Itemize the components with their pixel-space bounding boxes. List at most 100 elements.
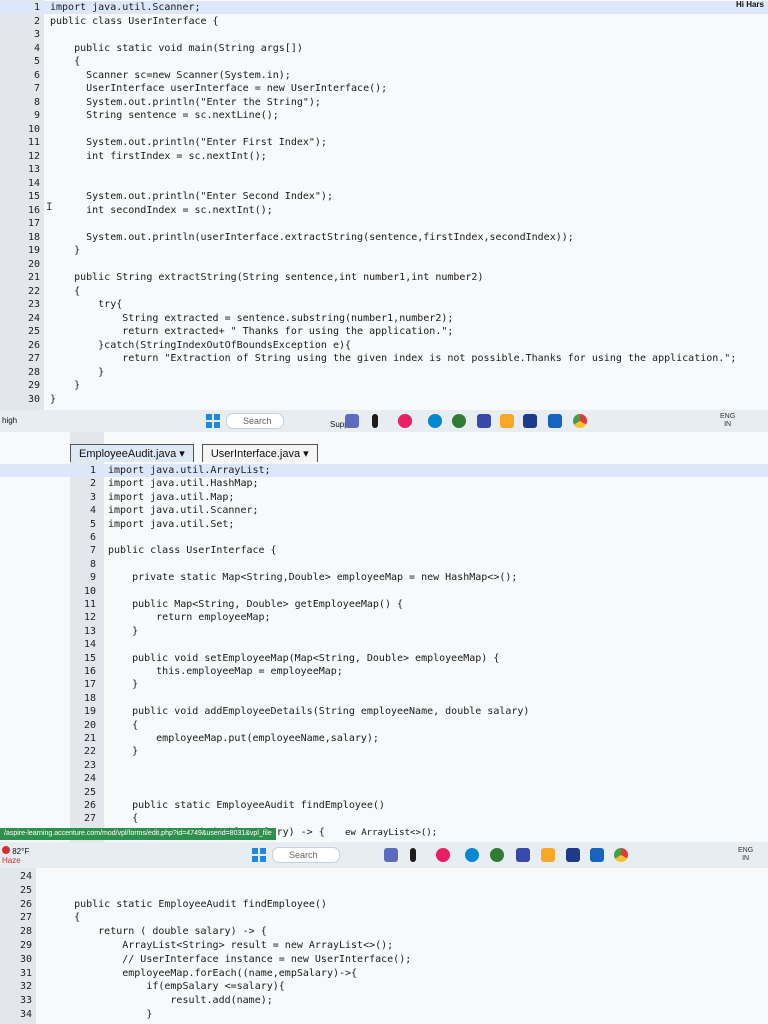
whatsapp-icon-2[interactable]	[490, 848, 504, 862]
code-line[interactable]: 30 // UserInterface instance = new UserI…	[0, 953, 768, 966]
code-line[interactable]: 5 import java.util.Set;	[0, 518, 768, 531]
code-line[interactable]: 12 int firstIndex = sc.nextInt();	[0, 150, 768, 163]
code-line[interactable]: 24 String extracted = sentence.substring…	[0, 312, 768, 325]
code-line[interactable]: 5 {	[0, 55, 768, 68]
code-line[interactable]: 28 }	[0, 366, 768, 379]
code-editor-panel-1[interactable]: 1 import java.util.Scanner; 2 public class …	[0, 0, 768, 410]
language-indicator-2[interactable]: ENG IN	[738, 847, 753, 863]
code-line[interactable]: 2 public class UserInterface {	[0, 15, 768, 28]
file-explorer-icon-2[interactable]	[541, 848, 555, 862]
code-line[interactable]: 1 import java.util.Scanner;	[0, 1, 768, 14]
code-line[interactable]: 3	[0, 28, 768, 41]
code-line[interactable]: 32 if(empSalary <=salary){	[0, 980, 768, 993]
code-line[interactable]: 15 public void setEmployeeMap(Map<String…	[0, 652, 768, 665]
code-line[interactable]: 20 {	[0, 719, 768, 732]
code-line[interactable]: 17 }	[0, 678, 768, 691]
code-line[interactable]: 11 System.out.println("Enter First Index…	[0, 136, 768, 149]
teams-icon-2[interactable]	[516, 848, 530, 862]
code-line[interactable]: 27 {	[0, 911, 768, 924]
app-icon-2b[interactable]	[410, 848, 416, 862]
language-indicator[interactable]: ENG IN	[720, 413, 735, 429]
code-line[interactable]: 26 }catch(StringIndexOutOfBoundsExceptio…	[0, 339, 768, 352]
windows-start-icon[interactable]	[206, 414, 220, 428]
code-editor-panel-2[interactable]: 1 import java.util.ArrayList; 2 import java…	[0, 432, 768, 842]
code-line[interactable]: 10	[0, 123, 768, 136]
code-line[interactable]: 29 ArrayList<String> result = new ArrayL…	[0, 939, 768, 952]
code-line[interactable]: 9 private static Map<String,Double> empl…	[0, 571, 768, 584]
edge-icon-2[interactable]	[465, 848, 479, 862]
code-line[interactable]: 24	[0, 772, 768, 785]
code-line[interactable]: 20	[0, 258, 768, 271]
whatsapp-icon[interactable]	[452, 414, 466, 428]
code-line[interactable]: 31 employeeMap.forEach((name,empSalary)-…	[0, 967, 768, 980]
code-line[interactable]: 8	[0, 558, 768, 571]
code-line[interactable]: 25	[0, 786, 768, 799]
code-line[interactable]: 6 Scanner sc=new Scanner(System.in);	[0, 69, 768, 82]
code-line[interactable]: 21 employeeMap.put(employeeName,salary);	[0, 732, 768, 745]
app-icon-3b[interactable]	[436, 848, 450, 862]
windows-start-icon-2[interactable]	[252, 848, 266, 862]
code-line[interactable]: 18	[0, 692, 768, 705]
code-line[interactable]: 34 }	[0, 1008, 768, 1021]
app-icon-2[interactable]	[372, 414, 378, 428]
code-line[interactable]: 26 public static EmployeeAudit findEmplo…	[0, 898, 768, 911]
code-line[interactable]: 21 public String extractString(String se…	[0, 271, 768, 284]
code-line[interactable]: 7 UserInterface userInterface = new User…	[0, 82, 768, 95]
code-line[interactable]: 27 {	[0, 812, 768, 825]
file-explorer-icon[interactable]	[500, 414, 514, 428]
code-line[interactable]: 17	[0, 217, 768, 230]
code-line[interactable]: 7 public class UserInterface {	[0, 544, 768, 557]
code-line[interactable]: 12 return employeeMap;	[0, 611, 768, 624]
app-icon-1[interactable]	[345, 414, 359, 428]
code-line[interactable]: 30}	[0, 393, 768, 406]
chrome-icon-2[interactable]	[614, 848, 628, 862]
edge-icon[interactable]	[428, 414, 442, 428]
code-line[interactable]: 19 }	[0, 244, 768, 257]
code-line[interactable]: 23 try{	[0, 298, 768, 311]
app-icon-blue-2[interactable]	[590, 848, 604, 862]
code-line[interactable]: 13 }	[0, 625, 768, 638]
taskbar-search-input-2[interactable]: Search	[272, 847, 340, 863]
teams-icon[interactable]	[477, 414, 491, 428]
code-line[interactable]: 22 {	[0, 285, 768, 298]
code-line[interactable]: 14	[0, 177, 768, 190]
code-line[interactable]: 24	[0, 870, 768, 883]
code-line[interactable]: 19 public void addEmployeeDetails(String…	[0, 705, 768, 718]
chrome-icon[interactable]	[573, 414, 587, 428]
code-line[interactable]: 27 return "Extraction of String using th…	[0, 352, 768, 365]
code-line[interactable]: 16 int secondIndex = sc.nextInt();	[0, 204, 768, 217]
code-line[interactable]: 22 }	[0, 745, 768, 758]
code-line[interactable]: 28 return ( double salary) -> {	[0, 925, 768, 938]
app-icon-3[interactable]	[398, 414, 412, 428]
tab-user-interface[interactable]: UserInterface.java ▾	[201, 444, 318, 462]
code-line[interactable]: 25 return extracted+ " Thanks for using …	[0, 325, 768, 338]
code-line[interactable]: 16 this.employeeMap = employeeMap;	[0, 665, 768, 678]
store-icon-2[interactable]	[566, 848, 580, 862]
code-line[interactable]: 2 import java.util.HashMap;	[0, 477, 768, 490]
taskbar-search-input[interactable]: Search	[226, 413, 284, 429]
code-line[interactable]: 10	[0, 585, 768, 598]
tab-employee-audit[interactable]: EmployeeAudit.java ▾	[70, 444, 194, 462]
code-line[interactable]: 8 System.out.println("Enter the String")…	[0, 96, 768, 109]
app-icon-blue[interactable]	[548, 414, 562, 428]
code-line[interactable]: 14	[0, 638, 768, 651]
code-line[interactable]: 4 public static void main(String args[])	[0, 42, 768, 55]
weather-widget[interactable]: 82°F Haze	[2, 846, 29, 865]
code-line[interactable]: 26 public static EmployeeAudit findEmplo…	[0, 799, 768, 812]
app-icon-1b[interactable]	[384, 848, 398, 862]
code-line[interactable]: 1 import java.util.ArrayList;	[0, 464, 768, 477]
code-editor-panel-3[interactable]: 24 25 26 public static EmployeeAudit findE…	[0, 868, 768, 1024]
code-line[interactable]: 4 import java.util.Scanner;	[0, 504, 768, 517]
code-line[interactable]: 11 public Map<String, Double> getEmploye…	[0, 598, 768, 611]
code-line[interactable]: 9 String sentence = sc.nextLine();	[0, 109, 768, 122]
code-line[interactable]: 18 System.out.println(userInterface.extr…	[0, 231, 768, 244]
code-line[interactable]: 33 result.add(name);	[0, 994, 768, 1007]
store-icon[interactable]	[523, 414, 537, 428]
code-line[interactable]: 15 System.out.println("Enter Second Inde…	[0, 190, 768, 203]
code-line[interactable]: 29 }	[0, 379, 768, 392]
code-line[interactable]: 3 import java.util.Map;	[0, 491, 768, 504]
code-line[interactable]: 23	[0, 759, 768, 772]
code-line[interactable]: 6	[0, 531, 768, 544]
code-line[interactable]: 25	[0, 884, 768, 897]
code-line[interactable]: 13	[0, 163, 768, 176]
